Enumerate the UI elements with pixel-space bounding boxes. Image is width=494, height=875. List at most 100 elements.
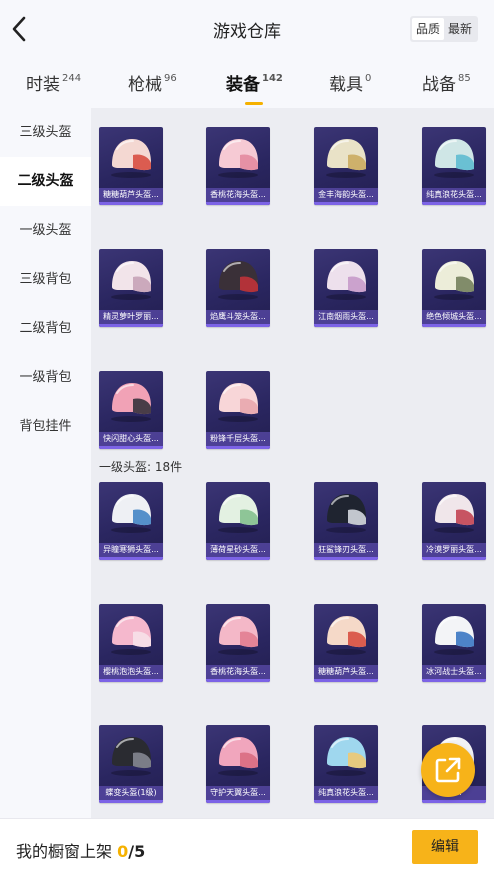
item-card[interactable]: 樱桃泡泡头盔... [99, 604, 163, 682]
item-name: 江南烟雨头盔... [314, 310, 378, 324]
item-card[interactable]: 异瞳寒狮头盔... [99, 482, 163, 560]
sort-option-quality[interactable]: 品质 [411, 18, 444, 40]
tab-vehicles[interactable]: 载具 0 [329, 70, 371, 95]
item-card[interactable]: 糖糖葫芦头盔... [314, 604, 378, 682]
item-name: 香桃花海头盔... [206, 188, 270, 202]
item-card[interactable]: 江南烟雨头盔... [314, 249, 378, 327]
item-name: 薄荷星砂头盔... [206, 543, 270, 557]
item-name: 狂鲨锋刃头盔... [314, 543, 378, 557]
helmet-icon [111, 494, 151, 533]
helmet-icon [218, 737, 258, 776]
item-name: 精灵萝叶罗丽... [99, 310, 163, 324]
helmet-icon [111, 383, 151, 422]
rarity-bar [99, 202, 163, 205]
item-card[interactable]: 香桃花海头盔... [206, 604, 270, 682]
rarity-bar [99, 557, 163, 560]
item-card[interactable]: 粉锋千层头盔... [206, 371, 270, 449]
tab-label: 时装 [26, 75, 60, 95]
tab-guns[interactable]: 枪械 96 [128, 70, 177, 95]
sidebar-item-level3-backpack[interactable]: 三级背包 [0, 255, 91, 304]
item-card[interactable]: 蝶变头盔(1级) [99, 725, 163, 803]
tab-count: 85 [458, 73, 471, 84]
item-card[interactable]: 快闪甜心头盔... [99, 371, 163, 449]
rarity-bar [206, 800, 270, 803]
item-card[interactable]: 绝色倾城头盔... [422, 249, 486, 327]
sidebar-item-level1-backpack[interactable]: 一级背包 [0, 353, 91, 402]
item-name: 糖糖葫芦头盔... [99, 188, 163, 202]
rarity-bar [422, 557, 486, 560]
item-name: 绝色倾城头盔... [422, 310, 486, 324]
item-name: 冷漠罗丽头盔... [422, 543, 486, 557]
tab-equipment[interactable]: 装备 142 [226, 70, 283, 105]
item-card[interactable]: 冰河战士头盔... [422, 604, 486, 682]
item-card[interactable]: 薄荷星砂头盔... [206, 482, 270, 560]
item-name: 纯真浪花头盔... [422, 188, 486, 202]
rarity-bar [314, 679, 378, 682]
rarity-bar [314, 557, 378, 560]
rarity-bar [99, 679, 163, 682]
share-button[interactable] [421, 743, 475, 797]
sidebar-item-level3-helmet[interactable]: 三级头盔 [0, 108, 91, 157]
showcase-footer: 我的橱窗上架 0/5 编辑 [0, 818, 494, 875]
item-card[interactable]: 纯真浪花头盔... [422, 127, 486, 205]
rarity-bar [206, 446, 270, 449]
tab-supplies[interactable]: 战备 85 [422, 70, 471, 95]
showcase-total: /5 [128, 842, 146, 861]
helmet-icon [111, 616, 151, 655]
item-card[interactable]: 冷漠罗丽头盔... [422, 482, 486, 560]
item-card[interactable]: 香桃花海头盔... [206, 127, 270, 205]
helmet-icon [111, 139, 151, 178]
helmet-icon [434, 139, 474, 178]
sidebar-item-backpack-pendant[interactable]: 背包挂件 [0, 402, 91, 451]
item-name: 快闪甜心头盔... [99, 432, 163, 446]
rarity-bar [99, 800, 163, 803]
rarity-bar [206, 324, 270, 327]
helmet-icon [111, 737, 151, 776]
sort-option-latest[interactable]: 最新 [444, 18, 476, 40]
helmet-icon [218, 139, 258, 178]
sidebar-item-level2-helmet[interactable]: 二级头盔 [0, 157, 91, 206]
helmet-icon [218, 616, 258, 655]
item-card[interactable]: 焰鹰斗笼头盔... [206, 249, 270, 327]
tab-count: 0 [365, 73, 372, 84]
item-card[interactable]: 金丰海韵头盔... [314, 127, 378, 205]
helmet-icon [326, 261, 366, 300]
item-card[interactable]: 糖糖葫芦头盔... [99, 127, 163, 205]
item-card[interactable]: 守护天翼头盔... [206, 725, 270, 803]
helmet-icon [434, 494, 474, 533]
helmet-icon [326, 494, 366, 533]
rarity-bar [99, 324, 163, 327]
item-name: 金丰海韵头盔... [314, 188, 378, 202]
item-name: 糖糖葫芦头盔... [314, 665, 378, 679]
helmet-icon [218, 383, 258, 422]
sidebar-item-level1-helmet[interactable]: 一级头盔 [0, 206, 91, 255]
section-label: 一级头盔: 18件 [99, 460, 183, 474]
tab-count: 244 [62, 73, 82, 84]
helmet-icon [218, 261, 258, 300]
helmet-icon [111, 261, 151, 300]
category-tabs: 时装 244 枪械 96 装备 142 载具 0 战备 85 [0, 58, 494, 108]
helmet-icon [434, 261, 474, 300]
rarity-bar [422, 202, 486, 205]
item-name: 焰鹰斗笼头盔... [206, 310, 270, 324]
sidebar-item-level2-backpack[interactable]: 二级背包 [0, 304, 91, 353]
tab-count: 96 [164, 73, 177, 84]
tab-label: 枪械 [128, 75, 162, 95]
item-card[interactable]: 纯真浪花头盔... [314, 725, 378, 803]
rarity-bar [314, 202, 378, 205]
edit-button[interactable]: 编辑 [412, 830, 478, 864]
item-card[interactable]: 狂鲨锋刃头盔... [314, 482, 378, 560]
tab-fashion[interactable]: 时装 244 [26, 70, 81, 95]
tab-label: 载具 [329, 75, 363, 95]
item-card[interactable]: 精灵萝叶罗丽... [99, 249, 163, 327]
item-name: 香桃花海头盔... [206, 665, 270, 679]
rarity-bar [314, 324, 378, 327]
item-name: 蝶变头盔(1级) [99, 786, 163, 800]
item-name: 异瞳寒狮头盔... [99, 543, 163, 557]
showcase-count: 0 [117, 842, 129, 861]
item-name: 粉锋千层头盔... [206, 432, 270, 446]
rarity-bar [206, 557, 270, 560]
rarity-bar [206, 679, 270, 682]
helmet-icon [326, 616, 366, 655]
item-grid: 一级头盔: 18件 糖糖葫芦头盔... 香桃花海头盔... 金丰海韵头盔... 纯真浪… [91, 108, 494, 818]
